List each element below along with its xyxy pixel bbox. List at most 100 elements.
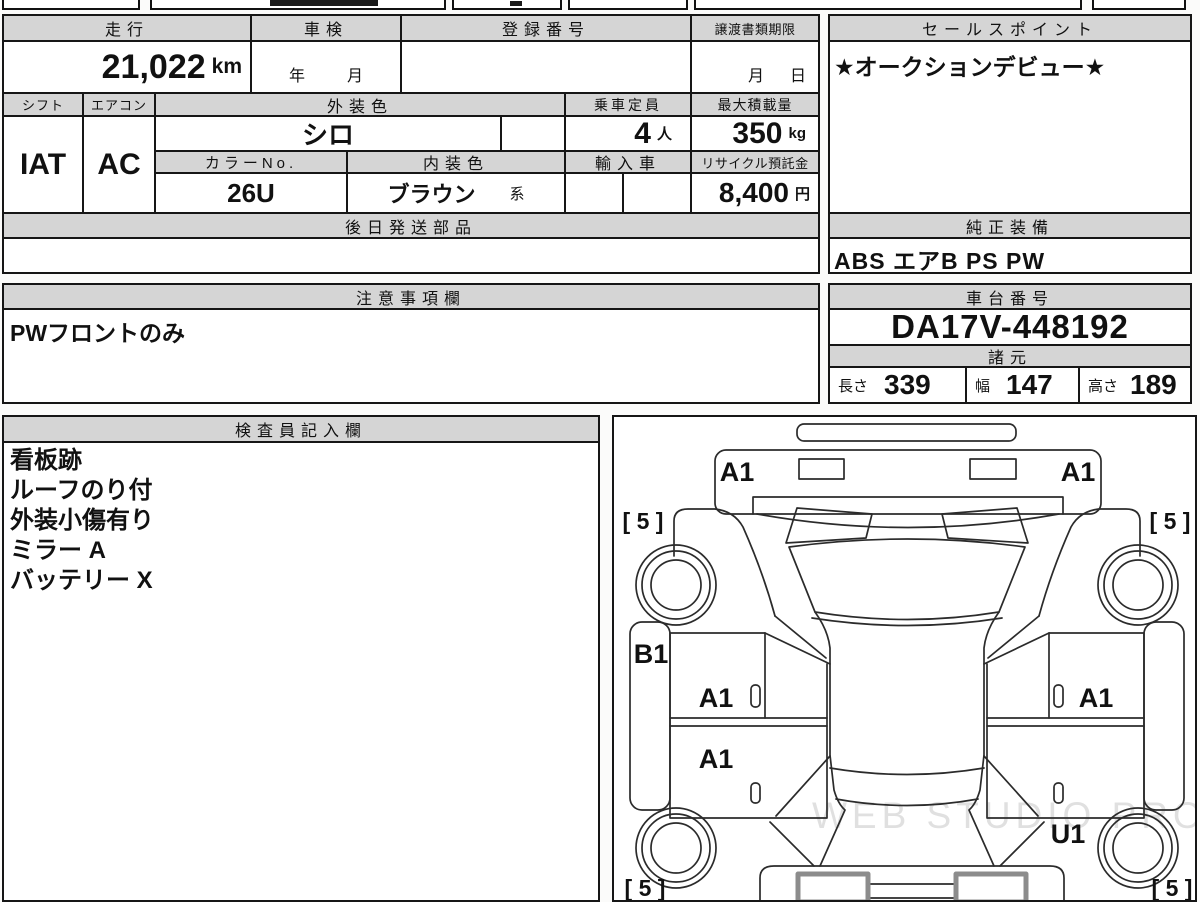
exterior-color-empty-cell <box>500 115 566 152</box>
shaken-value: 年 月 <box>250 40 402 94</box>
front-grille-right <box>969 458 1017 480</box>
genuine-equipment-header: 純正装備 <box>828 212 1192 239</box>
spec-height-label: 高さ <box>1088 377 1119 395</box>
interior-color-suffix: 系 <box>509 185 525 203</box>
interior-color-header: 内装色 <box>346 150 566 174</box>
recycle-number: 8,400 <box>718 177 789 208</box>
wheel-front-right <box>1097 544 1179 626</box>
capacity-value: 4 人 <box>564 115 692 152</box>
inspector-header: 検査員記入欄 <box>2 415 600 443</box>
shaken-month-placeholder: 月 <box>347 68 364 85</box>
capacity-unit: 人 <box>656 126 672 143</box>
spec-length-label: 長さ <box>838 377 869 395</box>
sales-point-text: ★オークションデビュー★ <box>834 54 1106 80</box>
aircon-value: AC <box>82 115 156 214</box>
damage-label-front-left: A1 <box>720 457 755 487</box>
import-empty-cell-1 <box>564 172 624 214</box>
inspector-line: ミラー A <box>10 537 106 564</box>
shaken-year-placeholder: 年 <box>288 68 305 85</box>
capacity-header: 乗車定員 <box>564 92 692 117</box>
transfer-day-placeholder: 日 <box>789 68 806 85</box>
mileage-number: 21,022 <box>101 47 206 86</box>
import-header: 輸入車 <box>564 150 692 174</box>
right-sill-strip <box>1143 621 1185 811</box>
capacity-number: 4 <box>634 116 651 150</box>
front-panel <box>714 449 1102 515</box>
interior-color-value: ブラウン 系 <box>346 172 566 214</box>
spec-width-label: 幅 <box>975 377 991 395</box>
later-parts-header: 後日発送部品 <box>2 212 820 239</box>
inspector-line: ルーフのり付 <box>10 477 153 504</box>
damage-diagram-box: WEB STUDIO PRO A1 A1 [5] [5] B1 A1 A… <box>612 415 1197 902</box>
inspector-line: 看板跡 <box>10 447 82 474</box>
spec-width-cell: 幅 147 <box>965 366 1080 404</box>
aircon-header: エアコン <box>82 92 156 117</box>
exterior-color-header: 外装色 <box>154 92 566 117</box>
color-no-header: カラーNo. <box>154 150 348 174</box>
inspector-line: 外装小傷有り <box>10 507 154 534</box>
damage-label-right-rear: U1 <box>1051 819 1086 849</box>
tire-depth-rear-left: [ 5 ] <box>625 875 666 901</box>
shaken-header: 車検 <box>250 14 402 42</box>
rear-bumper-step-right <box>953 871 1029 900</box>
left-door-handle-front <box>750 684 761 708</box>
genuine-equipment-body: ABS エアB PS PW <box>828 237 1192 274</box>
transfer-month-placeholder: 月 <box>747 68 764 85</box>
registration-value <box>400 40 692 94</box>
front-fender-right <box>1038 508 1141 617</box>
left-door-handle-rear <box>750 782 761 804</box>
notes-body: PWフロントのみ <box>2 308 820 404</box>
shift-value: IAT <box>2 115 84 214</box>
notes-header: 注意事項欄 <box>2 283 820 310</box>
spec-length-cell: 長さ 339 <box>828 366 967 404</box>
damage-label-left-door-front: A1 <box>699 683 734 713</box>
mileage-value: 21,022 km <box>2 40 252 94</box>
damage-label-left-door-rear: A1 <box>699 744 734 774</box>
registration-header: 登録番号 <box>400 14 692 42</box>
recycle-unit: 円 <box>794 185 810 203</box>
shift-header: シフト <box>2 92 84 117</box>
spec-width-value: 147 <box>1006 369 1053 400</box>
spec-length-value: 339 <box>884 369 931 400</box>
auction-sheet: { "vehicle": { "mileage_label": "走行", "m… <box>0 0 1200 902</box>
tire-depth-rear-right: [ 5 ] <box>1152 875 1193 901</box>
car-diagram: WEB STUDIO PRO A1 A1 [5] [5] B1 A1 A… <box>623 423 1197 901</box>
later-parts-value <box>2 237 820 274</box>
sales-point-header: セールスポイント <box>828 14 1192 42</box>
mileage-unit: km <box>211 55 242 78</box>
chassis-value: DA17V-448192 <box>828 308 1192 346</box>
genuine-equipment-text: ABS エアB PS PW <box>834 248 1046 274</box>
front-fender-left <box>673 508 776 617</box>
specs-header: 諸元 <box>828 344 1192 368</box>
max-load-header: 最大積載量 <box>690 92 820 117</box>
max-load-value: 350 kg <box>690 115 820 152</box>
color-no-value: 26U <box>154 172 348 214</box>
damage-label-right-door-front: A1 <box>1079 683 1114 713</box>
spec-height-value: 189 <box>1130 369 1177 400</box>
damage-label-left-pillar: B1 <box>634 639 669 669</box>
windshield <box>788 538 1026 621</box>
damage-label-front-right: A1 <box>1061 457 1096 487</box>
transfer-docs-value: 月 日 <box>690 40 820 94</box>
front-grille-left <box>798 458 845 480</box>
sales-point-body: ★オークションデビュー★ <box>828 40 1192 214</box>
tire-depth-front-right: [ 5 ] <box>1150 508 1191 534</box>
mileage-header: 走行 <box>2 14 252 42</box>
spec-height-cell: 高さ 189 <box>1078 366 1192 404</box>
wheel-front-left <box>635 544 717 626</box>
tire-depth-front-left: [ 5 ] <box>623 508 664 534</box>
import-empty-cell-2 <box>622 172 692 214</box>
rear-bumper-step-left <box>795 871 871 900</box>
exterior-color-value: シロ <box>154 115 502 152</box>
interior-color-name: ブラウン <box>387 182 476 207</box>
transfer-docs-header: 譲渡書類期限 <box>690 14 820 42</box>
max-load-unit: kg <box>788 125 806 142</box>
watermark-text: WEB STUDIO PRO <box>812 795 1197 836</box>
inspector-body: 看板跡 ルーフのり付 外装小傷有り ミラー A バッテリー X <box>2 441 600 902</box>
chassis-header: 車台番号 <box>828 283 1192 310</box>
notes-text: PWフロントのみ <box>10 320 186 346</box>
max-load-number: 350 <box>732 116 783 150</box>
recycle-deposit-header: リサイクル預託金 <box>690 150 820 174</box>
recycle-deposit-value: 8,400 円 <box>690 172 820 214</box>
inspector-line: バッテリー X <box>10 567 153 594</box>
